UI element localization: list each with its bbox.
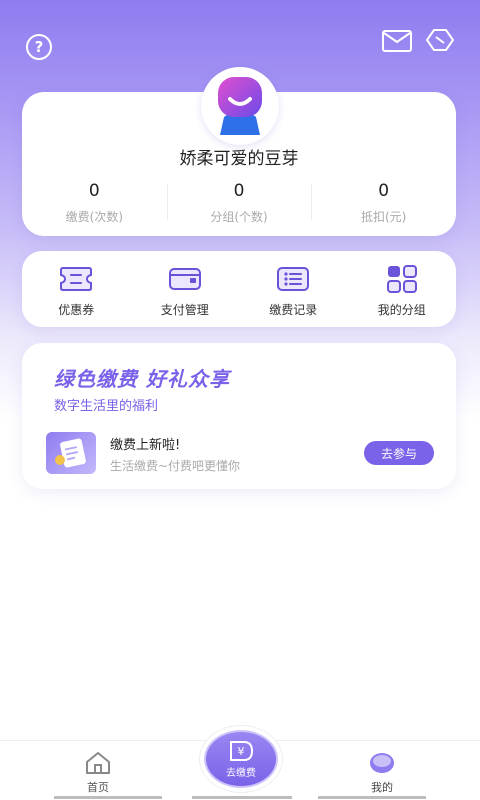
menu-card: 优惠券 支付管理 缴费记录 我的分组 bbox=[22, 251, 456, 327]
tab-mine[interactable]: 我的 bbox=[332, 741, 432, 799]
pay-icon: ¥ bbox=[230, 740, 254, 761]
stat-label: 缴费(次数) bbox=[65, 210, 124, 224]
mail-icon[interactable] bbox=[382, 30, 412, 52]
menu-label: 缴费记录 bbox=[269, 303, 318, 317]
stats-row: 0 缴费(次数) 0 分组(个数) 0 抵扣(元) bbox=[22, 180, 456, 224]
stat-deduction[interactable]: 0 抵扣(元) bbox=[311, 180, 456, 224]
stat-value: 0 bbox=[233, 181, 245, 201]
profile-icon bbox=[368, 751, 396, 775]
wallet-icon bbox=[167, 265, 203, 293]
tab-home[interactable]: 首页 bbox=[48, 741, 148, 799]
promo-card: 绿色缴费 好礼众享 数字生活里的福利 缴费上新啦! 生活缴费~付费吧更懂你 去参… bbox=[22, 343, 456, 489]
pay-button[interactable]: ¥ 去缴费 bbox=[204, 730, 278, 788]
menu-item-groups[interactable]: 我的分组 bbox=[348, 251, 457, 327]
tab-label: 我的 bbox=[371, 781, 393, 794]
stat-value: 0 bbox=[378, 181, 390, 201]
join-button[interactable]: 去参与 bbox=[364, 441, 434, 465]
username: 娇柔可爱的豆芽 bbox=[179, 149, 299, 169]
menu-label: 支付管理 bbox=[160, 303, 209, 317]
menu-label: 优惠券 bbox=[58, 303, 95, 317]
promo-heading: 缴费上新啦! bbox=[110, 438, 181, 453]
menu-label: 我的分组 bbox=[377, 303, 426, 317]
promo-subtitle: 数字生活里的福利 bbox=[54, 399, 159, 414]
stat-label: 分组(个数) bbox=[210, 210, 268, 224]
promo-description: 生活缴费~付费吧更懂你 bbox=[110, 459, 241, 473]
help-icon[interactable]: ? bbox=[26, 34, 52, 60]
svg-text:¥: ¥ bbox=[238, 745, 245, 758]
tab-underline bbox=[192, 796, 292, 799]
menu-item-coupons[interactable]: 优惠券 bbox=[22, 251, 131, 327]
list-icon bbox=[275, 265, 311, 293]
stat-label: 抵扣(元) bbox=[360, 210, 407, 224]
tab-underline bbox=[54, 796, 162, 799]
coupon-icon bbox=[58, 265, 94, 293]
avatar[interactable] bbox=[201, 67, 279, 145]
tab-pay[interactable]: ¥ 去缴费 bbox=[199, 725, 283, 795]
home-icon bbox=[84, 751, 112, 775]
menu-item-records[interactable]: 缴费记录 bbox=[239, 251, 348, 327]
promo-title: 绿色缴费 好礼众享 bbox=[54, 367, 230, 391]
tab-label: 首页 bbox=[87, 781, 109, 794]
tab-underline bbox=[318, 796, 426, 799]
grid-icon bbox=[384, 265, 420, 293]
settings-tag-icon[interactable] bbox=[426, 28, 454, 52]
stat-groups[interactable]: 0 分组(个数) bbox=[166, 180, 312, 224]
stat-payments[interactable]: 0 缴费(次数) bbox=[22, 180, 167, 224]
promo-thumbnail-icon bbox=[46, 432, 96, 474]
menu-item-payment[interactable]: 支付管理 bbox=[131, 251, 240, 327]
tab-label: 去缴费 bbox=[226, 767, 256, 779]
stat-value: 0 bbox=[88, 181, 100, 201]
